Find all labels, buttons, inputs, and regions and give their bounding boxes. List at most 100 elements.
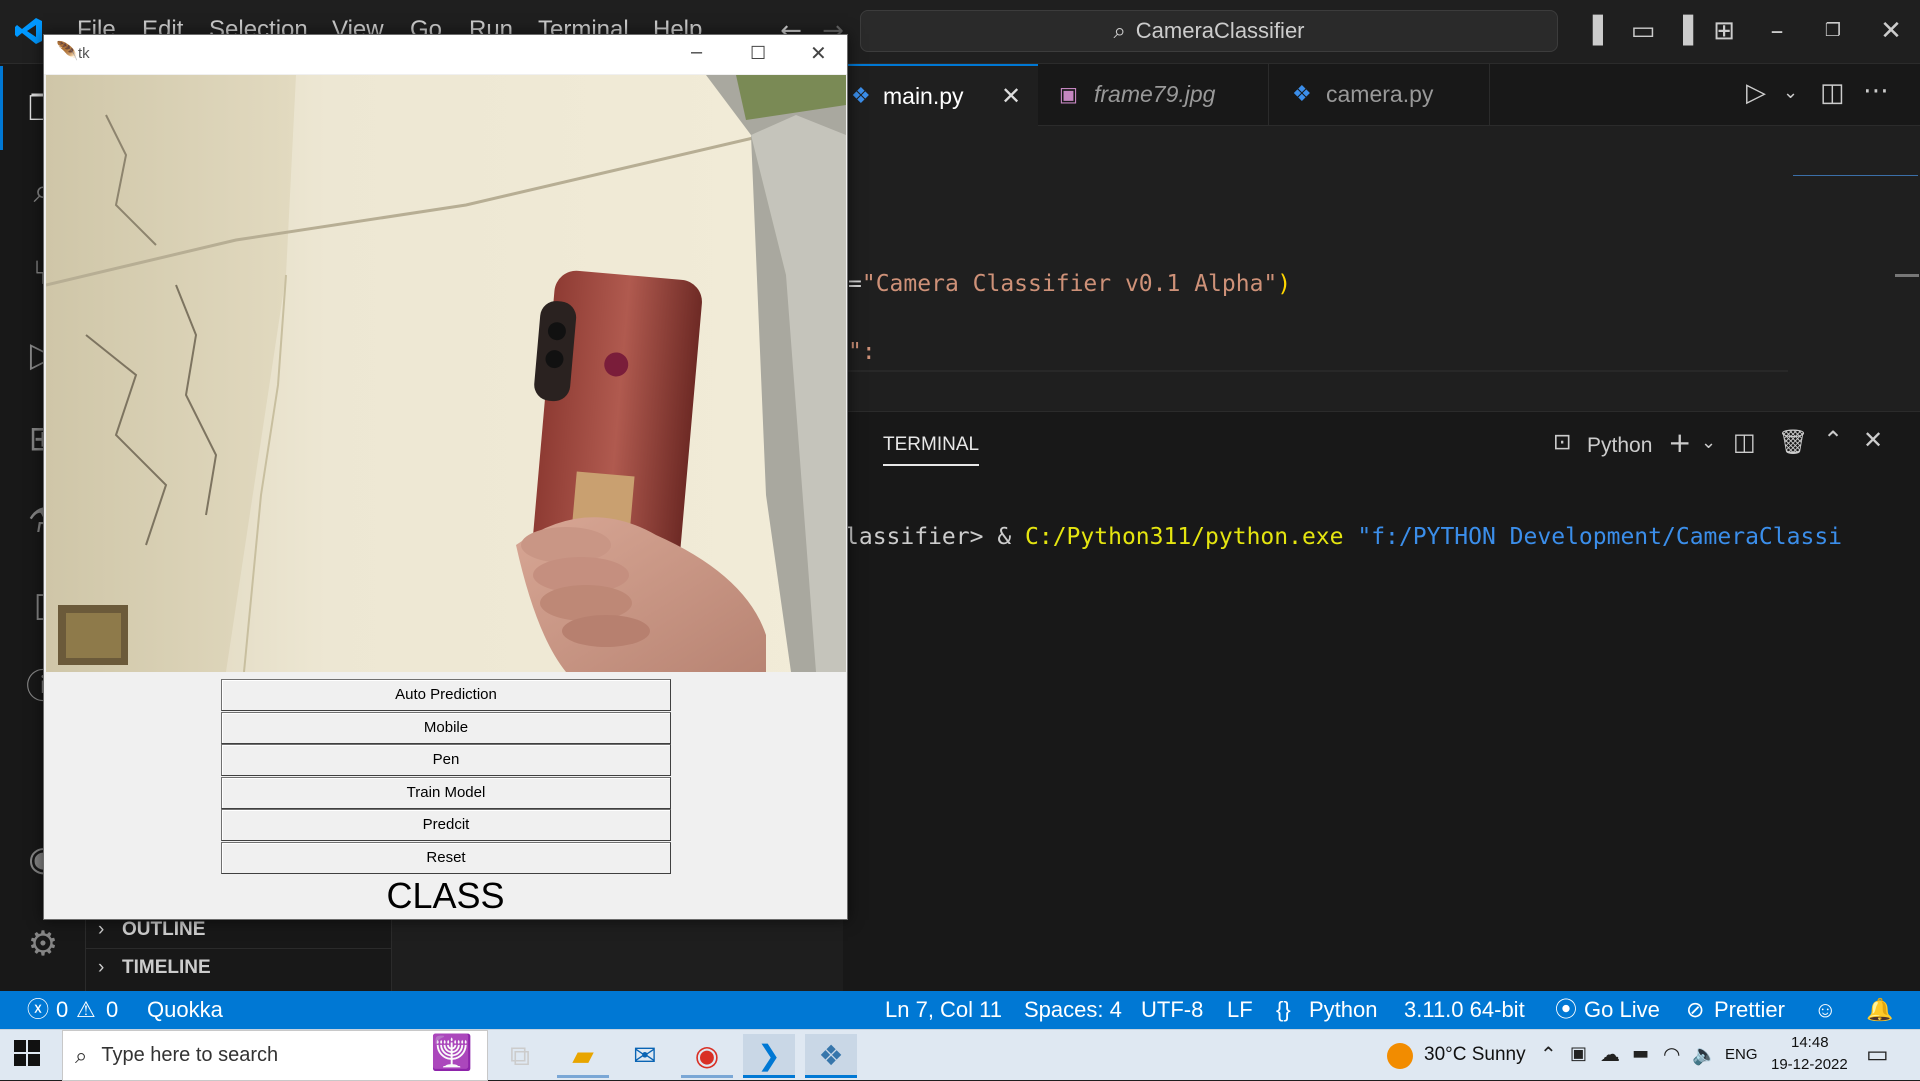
split-editor-icon[interactable]: ◫ [1820, 78, 1845, 108]
indentation[interactable]: Spaces: 4 [1024, 991, 1122, 1029]
chevron-down-icon[interactable]: ⌄ [1783, 82, 1798, 103]
warning-count[interactable]: 0 [106, 991, 118, 1029]
code-editor[interactable]: ="Camera Classifier v0.1 Alpha") ": [843, 126, 1920, 411]
train-model-button[interactable]: Train Model [221, 777, 671, 809]
new-terminal-icon[interactable]: + [1668, 426, 1691, 459]
battery-icon[interactable]: ▬ [1632, 1043, 1649, 1064]
warning-icon: ⚠ [76, 997, 96, 1022]
active-indicator [0, 66, 3, 150]
weather-sun-icon [1387, 1043, 1413, 1069]
notification-center-icon[interactable]: ▭ [1866, 1040, 1889, 1068]
close-window-icon[interactable]: ✕ [1876, 16, 1906, 46]
class-label: CLASS [386, 875, 505, 916]
wifi-icon[interactable]: ◠ [1663, 1042, 1680, 1066]
close-panel-icon[interactable]: ✕ [1863, 426, 1883, 454]
pen-button[interactable]: Pen [221, 744, 671, 776]
tab-main-py[interactable]: ❖ main.py ✕ [843, 64, 1038, 126]
vscode-logo-icon [14, 16, 44, 46]
error-icon: ⓧ [27, 997, 50, 1022]
clock-time[interactable]: 14:48 [1791, 1034, 1829, 1051]
chevron-up-icon[interactable]: ⌃ [1540, 1042, 1557, 1066]
toggle-panel-icon[interactable]: ▭ [1628, 16, 1658, 46]
file-explorer-icon[interactable]: ▰ [557, 1034, 609, 1078]
tab-terminal[interactable]: TERMINAL [883, 434, 980, 466]
minimize-icon[interactable]: – [1762, 16, 1792, 46]
notifications-bell-icon[interactable]: 🔔 [1866, 991, 1893, 1029]
quokka-status[interactable]: Quokka [147, 991, 223, 1029]
tk-titlebar[interactable]: 🪶 tk – ☐ ✕ [44, 35, 847, 74]
timeline-section[interactable]: › TIMELINE [86, 948, 392, 986]
clock-date[interactable]: 19-12-2022 [1771, 1056, 1848, 1073]
run-python-file-icon[interactable]: ▷ [1746, 78, 1766, 108]
timeline-label: TIMELINE [122, 957, 211, 978]
trash-icon[interactable]: 🗑 [1778, 428, 1808, 456]
braces-icon: {} [1276, 997, 1291, 1022]
image-icon: ▣ [1059, 82, 1078, 106]
python-taskbar-icon[interactable]: ❖ [805, 1034, 857, 1078]
code-line-title: ="Camera Classifier v0.1 Alpha") [848, 271, 1291, 297]
taskbar-search-box[interactable]: ⌕ Type here to search 🕎 [62, 1030, 488, 1081]
code-token: ) [1277, 271, 1292, 297]
command-center[interactable]: ⌕ CameraClassifier [860, 10, 1558, 52]
input-language[interactable]: ENG [1725, 1046, 1758, 1063]
volume-icon[interactable]: 🔈 [1692, 1042, 1717, 1066]
predict-button[interactable]: Predcit [221, 809, 671, 841]
tab-camera-py[interactable]: ❖ camera.py [1270, 64, 1490, 126]
terminal-command-line[interactable]: lassifier> & C:/Python311/python.exe "f:… [845, 524, 1842, 550]
outline-label: OUTLINE [122, 919, 206, 940]
tab-label: frame79.jpg [1094, 81, 1216, 107]
chevron-down-icon[interactable]: ⌄ [1701, 432, 1716, 453]
tk-minimize-icon[interactable]: – [691, 41, 702, 64]
settings-gear-icon[interactable]: ⚙ [18, 919, 68, 969]
prettier-status[interactable]: Prettier [1714, 991, 1785, 1029]
meet-now-icon[interactable]: ▣ [1570, 1043, 1587, 1064]
restore-icon[interactable]: ❐ [1818, 16, 1848, 46]
line-ending[interactable]: LF [1227, 991, 1253, 1029]
terminal-panel: TERMINAL ⊡ Python + ⌄ ◫ 🗑 ⌃ ✕ lassifier>… [843, 411, 1920, 991]
vscode-taskbar-icon[interactable]: ❯ [743, 1034, 795, 1078]
tk-window-title: tk [78, 45, 90, 62]
terminal-exe: C:/Python311/python.exe [1025, 524, 1344, 550]
mobile-button[interactable]: Mobile [221, 712, 671, 744]
windows-start-icon[interactable] [14, 1040, 44, 1070]
tab-label: main.py [883, 83, 964, 109]
customize-layout-icon[interactable]: ⊞ [1709, 16, 1739, 46]
scrollbar-thumb[interactable] [1895, 274, 1919, 277]
tab-label: camera.py [1326, 81, 1434, 107]
auto-prediction-button[interactable]: Auto Prediction [221, 679, 671, 711]
tab-frame79-jpg[interactable]: ▣ frame79.jpg [1039, 64, 1269, 126]
command-center-label: CameraClassifier [1135, 18, 1305, 43]
chrome-icon[interactable]: ◉ [681, 1034, 733, 1078]
encoding[interactable]: UTF-8 [1141, 991, 1203, 1029]
reset-button[interactable]: Reset [221, 842, 671, 874]
python-interpreter[interactable]: 3.11.0 64-bit [1404, 991, 1525, 1029]
feedback-icon[interactable]: ☺ [1814, 991, 1836, 1029]
language-mode[interactable]: Python [1309, 991, 1378, 1029]
go-live-button[interactable]: Go Live [1584, 991, 1660, 1029]
close-tab-icon[interactable]: ✕ [1001, 82, 1021, 110]
toggle-secondary-sidebar-icon[interactable]: ▐ [1668, 16, 1698, 46]
terminal-arg: "f:/PYTHON Development/CameraClassi [1343, 524, 1843, 550]
terminal-shell-icon: ⊡ [1553, 430, 1572, 455]
more-actions-icon[interactable]: ⋯ [1863, 76, 1889, 106]
maximize-panel-icon[interactable]: ⌃ [1823, 426, 1843, 454]
mail-icon[interactable]: ✉ [619, 1034, 671, 1078]
weather-text[interactable]: 30°C Sunny [1424, 1044, 1526, 1066]
code-token: = [848, 271, 862, 297]
tk-close-icon[interactable]: ✕ [810, 41, 827, 66]
split-terminal-icon[interactable]: ◫ [1733, 428, 1756, 456]
terminal-prompt: lassifier> & [845, 524, 1026, 550]
terminal-shell-name[interactable]: Python [1587, 434, 1652, 458]
onedrive-icon[interactable]: ☁ [1600, 1042, 1620, 1066]
toggle-sidebar-icon[interactable]: ▌ [1588, 16, 1618, 46]
task-view-icon[interactable]: ⧉ [494, 1034, 546, 1078]
broadcast-icon: ⦿ [1555, 997, 1578, 1022]
minimap[interactable] [1793, 166, 1918, 176]
current-line-highlight [843, 370, 1788, 372]
cursor-position[interactable]: Ln 7, Col 11 [885, 991, 1002, 1029]
tk-maximize-icon[interactable]: ☐ [750, 43, 766, 64]
python-icon: ❖ [851, 84, 871, 109]
error-count[interactable]: 0 [56, 991, 68, 1029]
search-placeholder: Type here to search [101, 1044, 279, 1066]
editor-tabs: ❖ main.py ✕ ▣ frame79.jpg ❖ camera.py ▷ … [843, 64, 1920, 126]
